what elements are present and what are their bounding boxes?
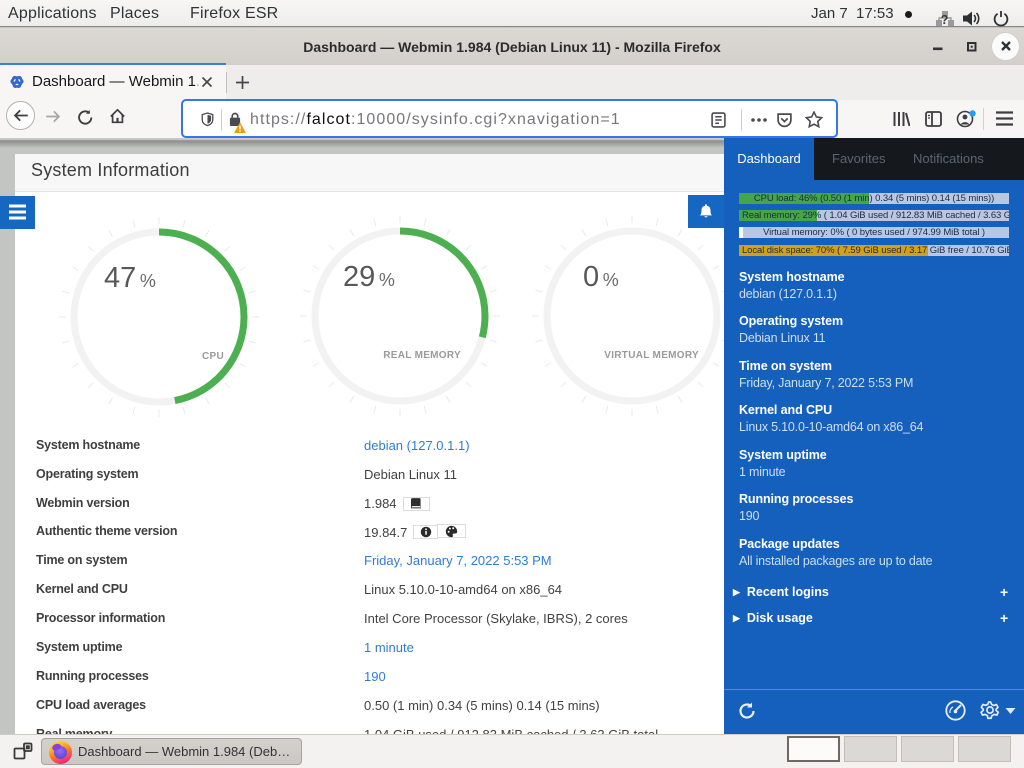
svg-text:?: ? [941,13,949,27]
